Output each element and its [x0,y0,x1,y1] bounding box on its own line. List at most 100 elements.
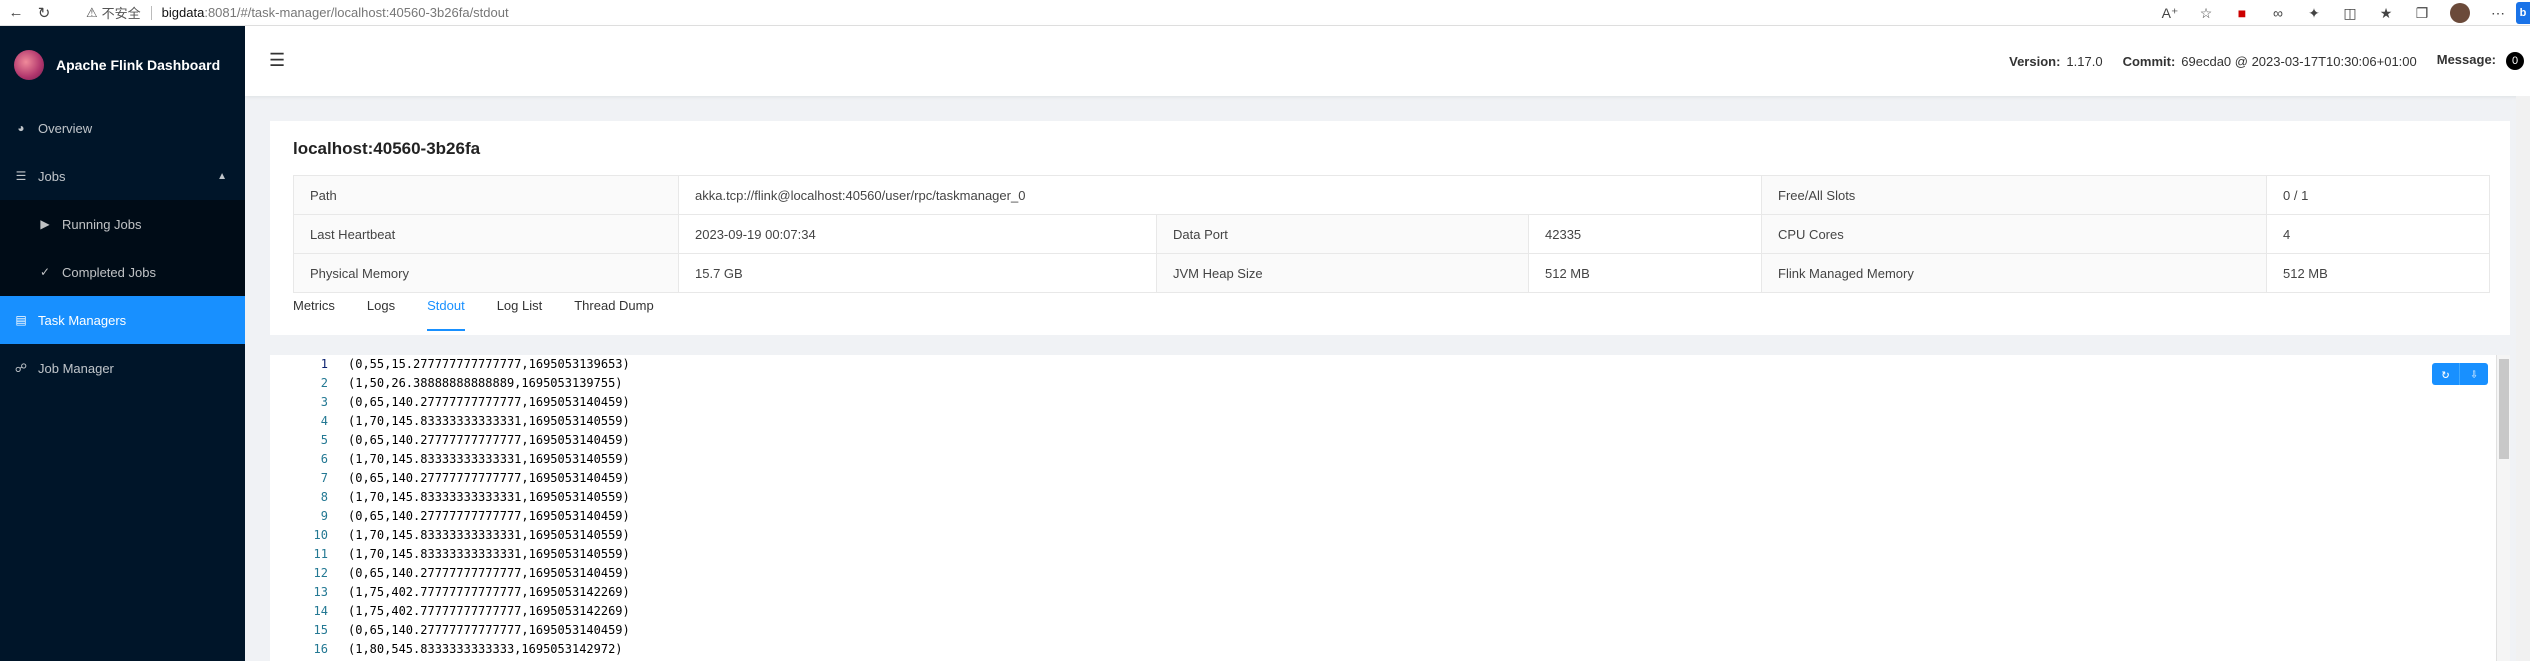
cluster-icon: ☍ [14,361,28,375]
puzzle-icon[interactable]: ✦ [2296,5,2332,22]
line-text: (1,70,145.83333333333331,1695053140559) [348,490,630,504]
sidebar-item-overview[interactable]: ◕ Overview [0,104,245,152]
line-number: 11 [313,547,328,561]
flink-logo-icon [14,50,44,80]
favorites-icon[interactable]: ★ [2368,5,2404,22]
line-text: (1,50,26.38888888888889,1695053139755) [348,376,623,390]
free-slots-label: Free/All Slots [1761,175,2267,215]
tab-metrics[interactable]: Metrics [293,291,335,331]
browser-toolbar-right: A⁺ ☆ ■ ∞ ✦ ◫ ★ ❐ ⋯ b [2152,0,2530,26]
data-port-label: Data Port [1156,214,1529,254]
address-divider [150,5,152,20]
line-number: 3 [320,395,328,409]
line-number: 14 [313,604,328,618]
more-icon[interactable]: ⋯ [2480,5,2516,22]
bing-chat-icon[interactable]: b [2516,2,2530,24]
managed-memory-label: Flink Managed Memory [1761,253,2267,293]
sidebar-item-label: Task Managers [38,312,127,328]
line-text: (1,70,145.83333333333331,1695053140559) [348,547,630,561]
editor-scrollbar[interactable] [2496,355,2510,661]
line-text: (0,65,140.27777777777777,1695053140459) [348,433,630,447]
code-line: 2 (1,50,26.38888888888889,1695053139755) [270,374,2510,393]
physical-memory-label: Physical Memory [293,253,679,293]
logo[interactable]: Apache Flink Dashboard [0,26,245,104]
code-line: 9 (0,65,140.27777777777777,1695053140459) [270,507,2510,526]
warning-triangle-icon: ⚠ [86,4,98,20]
line-number: 16 [313,642,328,656]
tab-logs[interactable]: Logs [367,291,395,331]
line-text: (1,80,545.8333333333333,1695053142972) [348,642,623,656]
stdout-editor[interactable]: 1 (0,55,15.277777777777777,1695053139653)… [270,355,2510,661]
line-text: (0,65,140.27777777777777,1695053140459) [348,623,630,637]
sidebar-item-label: Completed Jobs [62,264,156,280]
profile-avatar[interactable] [2450,3,2470,23]
reload-icon[interactable]: ↻ [32,2,56,24]
page-scrollbar[interactable] [2516,96,2530,661]
cpu-cores-value: 4 [2266,214,2490,254]
play-circle-icon: ▶ [40,217,50,231]
code-line: 4 (1,70,145.83333333333331,1695053140559) [270,412,2510,431]
table-row: Path akka.tcp://flink@localhost:40560/us… [293,175,2490,215]
line-text: (1,70,145.83333333333331,1695053140559) [348,528,630,542]
collections-icon[interactable]: ❐ [2404,5,2440,22]
url-host: bigdata [161,5,205,20]
tab-stdout[interactable]: Stdout [427,291,465,331]
code-line: 6 (1,70,145.83333333333331,1695053140559) [270,450,2510,469]
code-line: 15 (0,65,140.27777777777777,1695053140459… [270,621,2510,640]
chevron-up-icon: ▲ [217,170,227,182]
infinity-icon[interactable]: ∞ [2260,5,2296,21]
line-text: (0,65,140.27777777777777,1695053140459) [348,509,630,523]
heartbeat-label: Last Heartbeat [293,214,679,254]
line-text: (1,70,145.83333333333331,1695053140559) [348,414,630,428]
cpu-cores-label: CPU Cores [1761,214,2267,254]
code-line: 3 (0,65,140.27777777777777,1695053140459) [270,393,2510,412]
sidebar-item-running-jobs[interactable]: ▶ Running Jobs [0,200,245,248]
sidebar-item-completed-jobs[interactable]: ✓ Completed Jobs [0,248,245,296]
code-line: 10 (1,70,145.83333333333331,1695053140559… [270,526,2510,545]
line-text: (1,75,402.77777777777777,1695053142269) [348,585,630,599]
version-info: Version: 1.17.0 [2009,54,2102,69]
line-number: 8 [320,490,328,504]
menu-fold-icon[interactable]: ☰ [269,50,285,71]
read-aloud-icon[interactable]: A⁺ [2152,5,2188,22]
tab-log-list[interactable]: Log List [497,291,543,331]
physical-memory-value: 15.7 GB [678,253,1157,293]
sidebar-item-label: Running Jobs [62,216,142,232]
code-line: 14 (1,75,402.77777777777777,1695053142269… [270,602,2510,621]
commit-label: Commit: [2122,53,2176,69]
sidebar-item-task-managers[interactable]: ▤ Task Managers [0,296,245,344]
arrow-left-icon[interactable]: ← [4,2,28,24]
line-text: (0,65,140.27777777777777,1695053140459) [348,471,630,485]
line-number: 9 [320,509,328,523]
sidebar-item-job-manager[interactable]: ☍ Job Manager [0,344,245,392]
sidebar: Apache Flink Dashboard ◕ Overview ☰ Jobs… [0,26,245,661]
code-line: 12 (0,65,140.27777777777777,1695053140459… [270,564,2510,583]
message-info[interactable]: Message: 0 [2437,52,2530,70]
extension-icon[interactable]: ■ [2224,5,2260,21]
line-number: 4 [320,414,328,428]
code-line: 7 (0,65,140.27777777777777,1695053140459) [270,469,2510,488]
sidebar-item-jobs[interactable]: ☰ Jobs ▲ [0,152,245,200]
download-button[interactable]: ⇩ [2460,363,2488,385]
section-divider [270,335,2510,355]
refresh-button[interactable]: ↻ [2432,363,2460,385]
sidebar-item-label: Overview [38,120,93,136]
split-screen-icon[interactable]: ◫ [2332,5,2368,22]
insecure-label: 不安全 [101,6,141,21]
favorite-star-icon[interactable]: ☆ [2188,5,2224,22]
jvm-heap-value: 512 MB [1528,253,1762,293]
line-number: 1 [320,357,328,371]
commit-info: Commit: 69ecda0 @ 2023-03-17T10:30:06+01:… [2123,54,2417,69]
line-number: 7 [320,471,328,485]
check-circle-icon: ✓ [39,265,51,279]
message-count-badge: 0 [2506,52,2524,70]
sidebar-item-label: Job Manager [38,360,114,376]
schedule-icon: ▤ [15,313,27,327]
code-line: 11 (1,70,145.83333333333331,1695053140559… [270,545,2510,564]
address-bar[interactable]: ⚠ 不安全 bigdata:8081/#/task-manager/localh… [86,2,509,24]
editor-scroll-thumb[interactable] [2499,359,2509,459]
line-text: (0,65,140.27777777777777,1695053140459) [348,566,630,580]
tab-thread-dump[interactable]: Thread Dump [574,291,653,331]
table-row: Physical Memory 15.7 GB JVM Heap Size 51… [293,253,2490,293]
version-label: Version: [2009,53,2061,69]
